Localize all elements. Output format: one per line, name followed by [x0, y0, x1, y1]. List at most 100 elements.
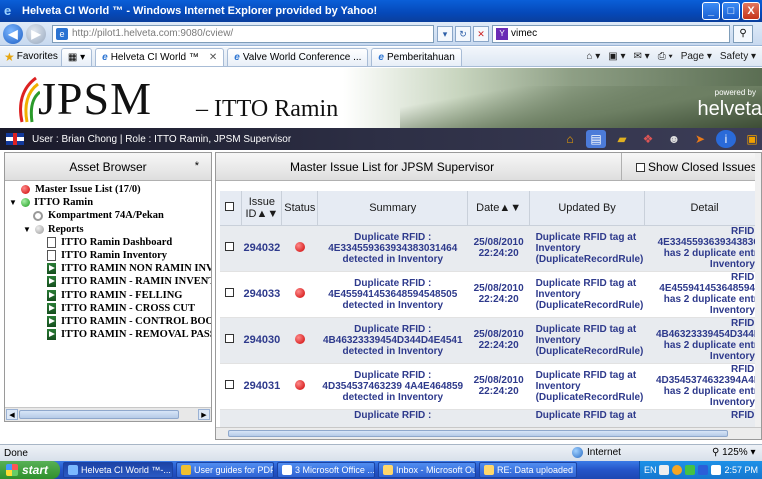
vertical-scrollbar[interactable]	[755, 153, 761, 439]
issue-id-cell[interactable]: 294031	[241, 363, 282, 410]
tree-item-report[interactable]: ITTO RAMIN - RAMIN INVENT	[7, 275, 211, 288]
scroll-thumb[interactable]	[19, 410, 179, 419]
row-select-cell[interactable]	[220, 271, 242, 318]
help-tray-icon[interactable]	[659, 465, 670, 475]
language-indicator[interactable]: EN	[644, 465, 657, 475]
tree-item-inventory[interactable]: ITTO Ramin Inventory	[7, 249, 211, 262]
task-outlook[interactable]: Inbox - Microsoft Ou...	[378, 462, 476, 478]
network-tray-icon[interactable]	[685, 465, 696, 475]
row-select-cell[interactable]	[220, 225, 242, 272]
summary-cell[interactable]: Duplicate RFID :4B46323339454D344D4E4541…	[317, 317, 468, 364]
tree-item-report[interactable]: ITTO RAMIN - FELLING	[7, 289, 211, 302]
tree-item-kompartment[interactable]: Kompartment 74A/Pekan	[7, 209, 211, 222]
summary-cell[interactable]: Duplicate RFID :4D354537463239 4A4E46485…	[317, 363, 468, 410]
tree-item-master-issue-list[interactable]: Master Issue List (17/0)	[7, 183, 211, 196]
grid-icon[interactable]: ▤	[586, 130, 606, 148]
maximize-button[interactable]: □	[722, 2, 740, 20]
tab-close-icon[interactable]: ✕	[209, 52, 217, 63]
horizontal-scrollbar[interactable]	[216, 427, 761, 439]
column-header-updated-by[interactable]: Updated By	[529, 191, 646, 226]
summary-cell[interactable]: Duplicate RFID :4E334559363934383031464 d…	[317, 225, 468, 272]
back-button[interactable]: ◀	[3, 23, 23, 44]
select-all-checkbox[interactable]	[224, 201, 234, 211]
person-icon[interactable]: ☻	[664, 130, 684, 148]
forward-button[interactable]: ▶	[26, 23, 46, 44]
home-icon[interactable]: ⌂ ▾	[586, 51, 600, 62]
row-checkbox[interactable]	[224, 242, 234, 251]
column-header-date[interactable]: Date▲▼	[467, 191, 531, 226]
row-checkbox[interactable]	[224, 380, 234, 389]
table-row[interactable]: 294031 Duplicate RFID :4D354537463239 4A4…	[220, 363, 761, 410]
minimize-button[interactable]: _	[702, 2, 720, 20]
issue-id-cell[interactable]: 294032	[241, 225, 282, 272]
shield-tray-icon[interactable]	[698, 465, 709, 475]
issue-id-cell[interactable]: 294033	[241, 271, 282, 318]
export-icon[interactable]: ➤	[690, 130, 710, 148]
task-email[interactable]: RE: Data uploaded b...	[479, 462, 577, 478]
column-header-issue-id[interactable]: Issue ID▲▼	[241, 191, 283, 226]
scroll-left-icon[interactable]: ◀	[6, 409, 18, 420]
dropdown-icon[interactable]: ▾	[437, 25, 453, 42]
print-icon[interactable]: ⎙ ▾	[658, 51, 673, 62]
row-checkbox[interactable]	[224, 288, 234, 297]
tab-valve-world[interactable]: e Valve World Conference ...	[227, 47, 369, 66]
tab-helveta[interactable]: e Helveta CI World ™ ✕	[95, 47, 225, 66]
tab-pemberitahuan[interactable]: e Pemberitahuan	[371, 47, 462, 66]
network-icon[interactable]: ❖	[638, 130, 658, 148]
table-row[interactable]: 294033 Duplicate RFID :4E4559414536485945…	[220, 271, 761, 318]
row-checkbox[interactable]	[224, 334, 234, 343]
scroll-thumb[interactable]	[228, 430, 728, 437]
detail-cell: RFID :4B46323339454D344E has 2 duplicate …	[644, 317, 761, 364]
quick-tabs-icon[interactable]: ▦ ▾	[60, 47, 93, 66]
info-icon[interactable]: i	[716, 130, 736, 148]
column-header-detail[interactable]: Detail	[644, 191, 761, 226]
pin-icon[interactable]: *	[195, 160, 199, 172]
close-button[interactable]: X	[742, 2, 760, 20]
expand-arrow-icon[interactable]: ▼	[23, 225, 31, 234]
favorites-button[interactable]: ★ Favorites	[4, 50, 58, 64]
table-row[interactable]: 294030 Duplicate RFID :4B46323339454D344D…	[220, 317, 761, 364]
folder-icon[interactable]: ▰	[612, 130, 632, 148]
expand-arrow-icon[interactable]: ▼	[9, 198, 17, 207]
tray-icon[interactable]	[672, 465, 683, 475]
tree-item-report[interactable]: ITTO RAMIN - CONTROL BOO	[7, 315, 211, 328]
status-red-icon	[294, 379, 305, 390]
scroll-right-icon[interactable]: ▶	[198, 409, 210, 420]
horizontal-scrollbar[interactable]: ◀ ▶	[5, 407, 211, 421]
show-closed-toggle[interactable]: Show Closed Issues	[636, 160, 757, 174]
tree-item-report[interactable]: ITTO RAMIN NON RAMIN INV	[7, 262, 211, 275]
url-field[interactable]: e http://pilot1.helveta.com:9080/cview/	[52, 24, 434, 43]
column-header-summary[interactable]: Summary	[317, 191, 469, 226]
tree-item-report[interactable]: ITTO RAMIN - REMOVAL PASS	[7, 328, 211, 341]
uk-flag-icon[interactable]	[6, 133, 24, 145]
zoom-level[interactable]: ⚲ 125% ▾	[712, 447, 756, 458]
column-header-status[interactable]: Status	[281, 191, 319, 226]
row-select-cell[interactable]	[220, 363, 242, 410]
detail-line: 4E4559414536485945	[659, 283, 761, 294]
search-input[interactable]: Y vimec	[492, 24, 730, 43]
select-all-header[interactable]	[220, 191, 243, 226]
tree-item-itto-ramin[interactable]: ▼ ITTO Ramin	[7, 196, 211, 209]
task-office[interactable]: 3 Microsoft Office ...	[277, 462, 375, 478]
tree-item-dashboard[interactable]: ITTO Ramin Dashboard	[7, 236, 211, 249]
refresh-icon[interactable]: ↻	[455, 25, 471, 42]
stop-icon[interactable]: ✕	[473, 25, 489, 42]
page-menu[interactable]: Page ▾	[681, 51, 712, 62]
tree-item-report[interactable]: ITTO RAMIN - CROSS CUT	[7, 302, 211, 315]
safety-menu[interactable]: Safety ▾	[720, 51, 756, 62]
feeds-icon[interactable]: ▣ ▾	[608, 51, 625, 62]
lock-icon[interactable]: ▣	[742, 130, 762, 148]
tree-item-reports[interactable]: ▼ Reports	[7, 223, 211, 236]
search-icon[interactable]: ⚲	[733, 24, 753, 43]
start-button[interactable]: start	[0, 461, 60, 479]
issue-id-cell[interactable]: 294030	[241, 317, 282, 364]
task-helveta[interactable]: Helveta CI World ™-...	[63, 462, 173, 478]
row-select-cell[interactable]	[220, 317, 242, 364]
mail-icon[interactable]: ✉ ▾	[634, 51, 650, 62]
task-user-guides[interactable]: User guides for PDPM	[176, 462, 274, 478]
home-icon[interactable]: ⌂	[560, 130, 580, 148]
show-closed-checkbox[interactable]	[636, 162, 645, 172]
display-tray-icon[interactable]	[711, 465, 722, 475]
table-row[interactable]: 294032 Duplicate RFID :4E3345593639343830…	[220, 225, 761, 272]
summary-cell[interactable]: Duplicate RFID :4E455941453648594548505 d…	[317, 271, 468, 318]
